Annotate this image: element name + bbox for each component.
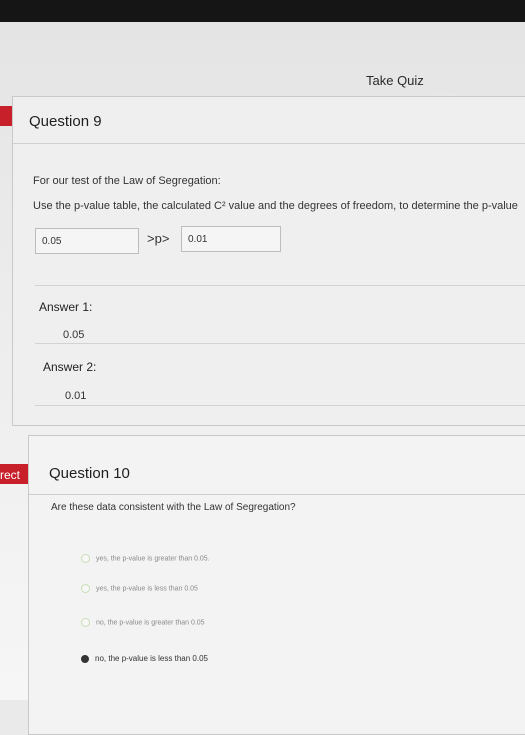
flag-text: rect	[0, 468, 21, 482]
option-label: yes, the p-value is greater than 0.05.	[96, 555, 210, 563]
question10-card: Question 10 Are these data consistent wi…	[28, 435, 525, 735]
question9-header: Question 9	[13, 97, 525, 144]
question9-prompt-line2: Use the p-value table, the calculated C²…	[33, 200, 518, 212]
answer2-dropdown[interactable]: 0.01	[181, 226, 281, 252]
question9-card: Question 9 For our test of the Law of Se…	[12, 96, 525, 426]
top-bar	[0, 0, 525, 22]
question9-title: Question 9	[29, 113, 102, 130]
quiz-screen: Take Quiz Question 9 For our test of the…	[0, 22, 525, 735]
option-no-greater[interactable]: no, the p-value is greater than 0.05	[81, 618, 205, 627]
divider	[35, 405, 525, 406]
question10-prompt: Are these data consistent with the Law o…	[51, 502, 296, 513]
option-label: yes, the p-value is less than 0.05	[96, 585, 198, 593]
option-label: no, the p-value is less than 0.05	[95, 654, 208, 663]
question9-prompt-line1: For our test of the Law of Segregation:	[33, 175, 221, 187]
between-symbol: >p>	[147, 231, 170, 246]
option-yes-greater[interactable]: yes, the p-value is greater than 0.05.	[81, 554, 210, 563]
answer1-value: 0.05	[63, 329, 85, 341]
radio-selected-icon[interactable]	[81, 654, 89, 663]
answer2-value: 0.01	[65, 390, 87, 402]
take-quiz-title: Take Quiz	[366, 73, 424, 88]
radio-icon[interactable]	[81, 554, 90, 563]
option-yes-less[interactable]: yes, the p-value is less than 0.05	[81, 584, 198, 593]
question10-header: Question 10	[29, 436, 525, 495]
answer1-dropdown[interactable]: 0.05	[35, 228, 139, 254]
answer2-label: Answer 2:	[43, 360, 97, 374]
question10-title: Question 10	[49, 465, 130, 482]
answer1-label: Answer 1:	[39, 300, 93, 314]
radio-icon[interactable]	[81, 618, 90, 627]
radio-icon[interactable]	[81, 584, 90, 593]
divider	[35, 343, 525, 344]
option-no-less[interactable]: no, the p-value is less than 0.05	[81, 654, 208, 663]
divider	[35, 285, 525, 286]
option-label: no, the p-value is greater than 0.05	[96, 619, 205, 627]
